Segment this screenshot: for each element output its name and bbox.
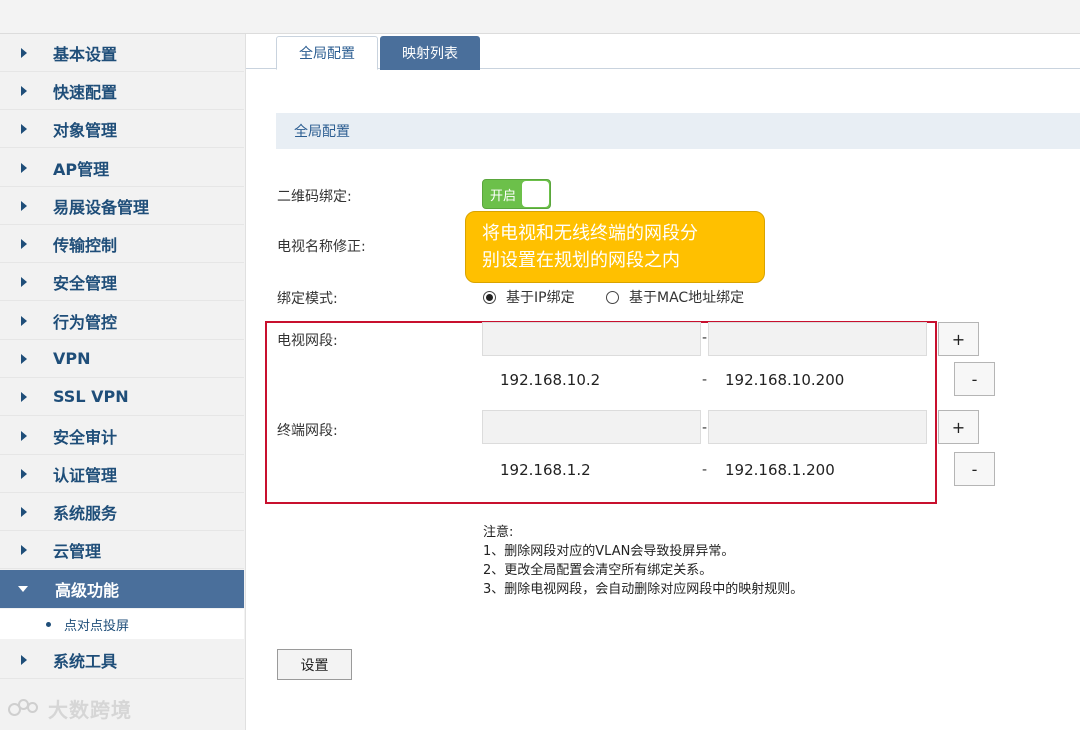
sidebar-item-behavior-control[interactable]: 行为管控 (0, 302, 244, 340)
bullet-dot-icon (46, 621, 51, 627)
sidebar-item-label: 易展设备管理 (53, 197, 150, 217)
toggle-state-text: 开启 (490, 189, 517, 204)
sidebar-item-label: 安全管理 (53, 273, 118, 293)
callout-line-2: 别设置在规划的网段之内 (482, 250, 680, 271)
terminal-segment-end-value: 192.168.1.200 (725, 461, 835, 479)
annotation-callout: 将电视和无线终端的网段分 别设置在规划的网段之内 (465, 211, 765, 283)
caret-right-icon (21, 506, 27, 517)
caret-right-icon (21, 468, 27, 479)
sidebar-item-label: 认证管理 (53, 465, 118, 485)
sidebar: 基本设置 快速配置 对象管理 AP管理 易展设备管理 传输控制 安全管理 行为管… (0, 34, 246, 730)
sidebar-item-label: 基本设置 (53, 44, 118, 64)
sidebar-item-auth-management[interactable]: 认证管理 (0, 455, 244, 493)
sidebar-item-label: AP管理 (53, 159, 110, 179)
tv-segment-start-value: 192.168.10.2 (500, 371, 601, 389)
sidebar-item-label: 系统工具 (53, 651, 118, 671)
range-separator: - (702, 462, 708, 478)
notes: 注意: 1、删除网段对应的VLAN会导致投屏异常。 2、更改全局配置会清空所有绑… (483, 523, 803, 599)
sidebar-item-label: 对象管理 (53, 120, 118, 140)
tv-name-fix-label: 电视名称修正: (277, 239, 366, 255)
tv-segment-end-value: 192.168.10.200 (725, 371, 845, 389)
terminal-segment-label: 终端网段: (277, 423, 338, 439)
remove-tv-segment-button[interactable]: - (954, 362, 995, 396)
callout-line-1: 将电视和无线终端的网段分 (482, 223, 698, 244)
qr-bind-label: 二维码绑定: (277, 189, 352, 205)
add-terminal-segment-button[interactable]: + (938, 410, 979, 444)
sidebar-item-transmission-control[interactable]: 传输控制 (0, 225, 244, 263)
caret-down-icon (18, 586, 28, 592)
notes-line: 2、更改全局配置会清空所有绑定关系。 (483, 563, 713, 578)
sidebar-item-quick-config[interactable]: 快速配置 (0, 72, 244, 110)
caret-right-icon (21, 315, 27, 326)
sidebar-item-label: SSL VPN (53, 387, 129, 406)
caret-right-icon (21, 391, 27, 402)
caret-right-icon (21, 353, 27, 364)
caret-right-icon (21, 85, 27, 96)
sidebar-item-label: 云管理 (53, 541, 102, 561)
sidebar-item-vpn[interactable]: VPN (0, 340, 244, 378)
terminal-segment-start-value: 192.168.1.2 (500, 461, 591, 479)
sidebar-item-system-tools[interactable]: 系统工具 (0, 641, 244, 679)
caret-right-icon (21, 200, 27, 211)
radio-ip-bind[interactable]: 基于IP绑定 (483, 287, 575, 307)
bind-mode-label: 绑定模式: (277, 291, 338, 307)
range-separator: - (702, 420, 708, 436)
tv-segment-end-input[interactable] (708, 322, 927, 356)
section-header: 全局配置 (276, 113, 1080, 149)
sidebar-item-label: 系统服务 (53, 503, 118, 523)
range-separator: - (702, 330, 708, 346)
sidebar-item-basic-settings[interactable]: 基本设置 (0, 34, 244, 72)
caret-right-icon (21, 238, 27, 249)
sidebar-item-ssl-vpn[interactable]: SSL VPN (0, 378, 244, 416)
notes-line: 1、删除网段对应的VLAN会导致投屏异常。 (483, 544, 735, 559)
notes-line: 3、删除电视网段，会自动删除对应网段中的映射规则。 (483, 582, 804, 597)
radio-selected-icon[interactable] (483, 290, 496, 304)
sidebar-item-ap-management[interactable]: AP管理 (0, 149, 244, 187)
add-tv-segment-button[interactable]: + (938, 322, 979, 356)
radio-unselected-icon[interactable] (606, 290, 619, 304)
radio-ip-bind-label: 基于IP绑定 (506, 290, 575, 306)
notes-title: 注意: (483, 525, 514, 540)
tab-global-config[interactable]: 全局配置 (276, 36, 378, 70)
sidebar-item-advanced-features[interactable]: 高级功能 (0, 570, 244, 608)
terminal-segment-end-input[interactable] (708, 410, 927, 444)
caret-right-icon (21, 544, 27, 555)
sidebar-item-label: VPN (53, 349, 91, 368)
caret-right-icon (21, 276, 27, 287)
sidebar-item-label: 行为管控 (53, 312, 118, 332)
save-settings-button[interactable]: 设置 (277, 649, 352, 680)
terminal-segment-start-input[interactable] (482, 410, 701, 444)
sidebar-item-easy-device-management[interactable]: 易展设备管理 (0, 187, 244, 225)
tab-mapping-list[interactable]: 映射列表 (380, 36, 480, 70)
sidebar-item-label: 安全审计 (53, 427, 118, 447)
caret-right-icon (21, 430, 27, 441)
sidebar-subitem-p2p-casting[interactable]: 点对点投屏 (0, 609, 244, 639)
remove-terminal-segment-button[interactable]: - (954, 452, 995, 486)
sidebar-item-security-audit[interactable]: 安全审计 (0, 417, 244, 455)
radio-mac-bind[interactable]: 基于MAC地址绑定 (606, 287, 744, 307)
sidebar-item-label: 高级功能 (55, 581, 120, 600)
sidebar-item-object-management[interactable]: 对象管理 (0, 110, 244, 148)
top-bar (0, 0, 1080, 34)
watermark-logo-icon (8, 697, 42, 721)
caret-right-icon (21, 162, 27, 173)
toggle-knob (522, 181, 549, 207)
radio-mac-bind-label: 基于MAC地址绑定 (629, 290, 745, 306)
watermark: 大数跨境 (8, 694, 132, 723)
sidebar-item-system-services[interactable]: 系统服务 (0, 493, 244, 531)
tv-segment-start-input[interactable] (482, 322, 701, 356)
sidebar-subitem-label: 点对点投屏 (64, 618, 130, 634)
caret-right-icon (21, 123, 27, 134)
sidebar-item-label: 快速配置 (53, 82, 118, 102)
tv-segment-label: 电视网段: (277, 333, 338, 349)
sidebar-item-security-management[interactable]: 安全管理 (0, 263, 244, 301)
caret-right-icon (21, 47, 27, 58)
watermark-text: 大数跨境 (48, 698, 132, 722)
sidebar-item-cloud-management[interactable]: 云管理 (0, 531, 244, 569)
caret-right-icon (21, 654, 27, 665)
sidebar-item-label: 传输控制 (53, 235, 118, 255)
range-separator: - (702, 372, 708, 388)
qr-bind-toggle[interactable]: 开启 (482, 179, 551, 209)
